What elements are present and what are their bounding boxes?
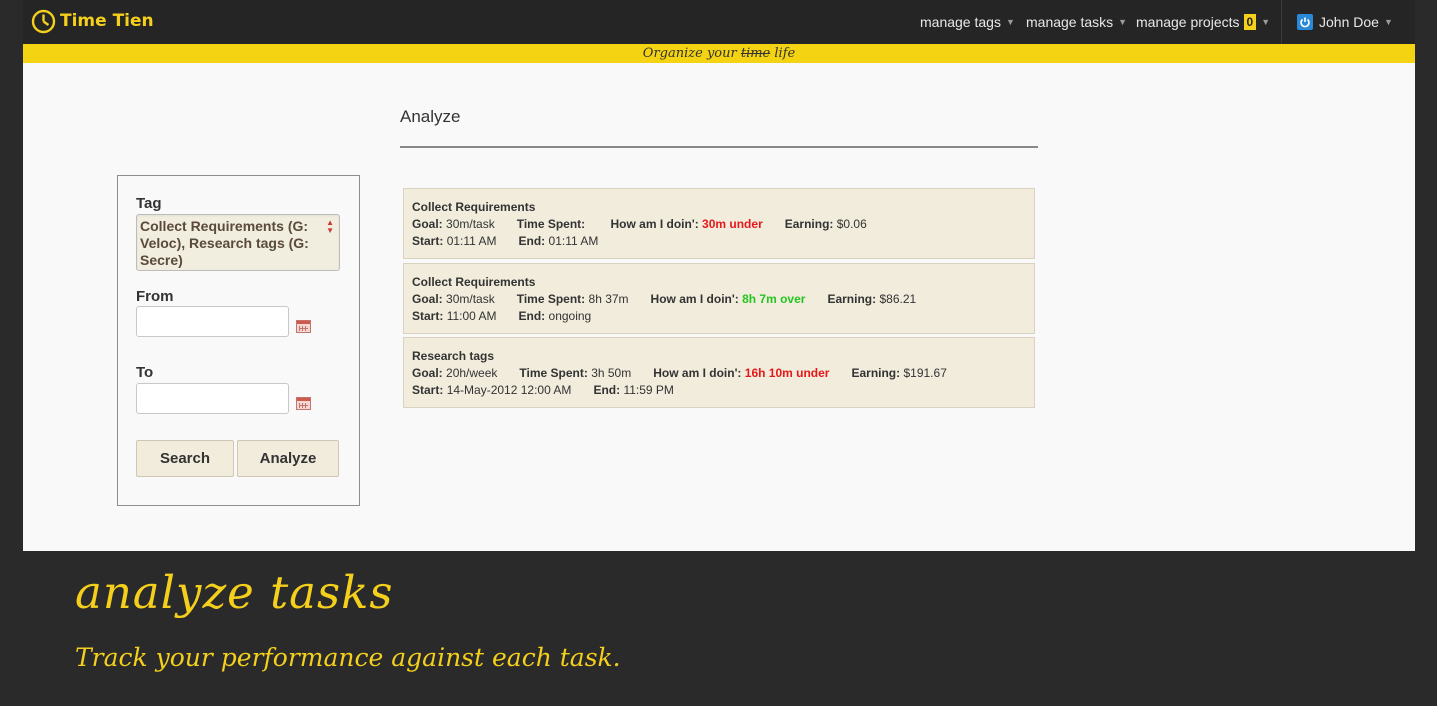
chevron-down-icon: ▼ [1261, 17, 1271, 27]
brand-name: Time Tien [60, 11, 154, 31]
nav-manage-tags-label: manage tags [920, 14, 1001, 30]
to-date-input[interactable] [136, 383, 289, 414]
select-arrows-icon: ▲ ▼ [326, 218, 334, 235]
search-button[interactable]: Search [136, 440, 234, 477]
status-value: 16h 10m under [744, 366, 830, 380]
chevron-down-icon: ▼ [1383, 17, 1393, 27]
end-label: End: [518, 309, 546, 323]
result-card: Collect Requirements Goal: 30m/task Time S… [403, 263, 1035, 334]
status-label: How am I doin': [653, 366, 742, 380]
start-label: Start: [412, 309, 444, 323]
result-metrics: Goal: 30m/task Time Spent: 8h 37m How am I… [412, 291, 1026, 308]
goal-label: Goal: [412, 292, 443, 306]
time-spent-value: 8h 37m [588, 292, 629, 306]
analyze-button[interactable]: Analyze [237, 440, 339, 477]
nav-manage-projects-label: manage projects [1136, 14, 1240, 30]
from-label: From [136, 288, 174, 305]
chevron-down-icon: ▼ [1118, 17, 1128, 27]
page-title: Analyze [400, 107, 461, 126]
goal-value: 30m/task [446, 217, 495, 231]
to-label: To [136, 364, 154, 381]
nav-divider [1281, 0, 1282, 44]
calendar-icon[interactable] [296, 320, 311, 333]
result-dates: Start: 14-May-2012 12:00 AM End: 11:59 PM [412, 382, 1026, 399]
nav-manage-tasks[interactable]: manage tasks ▼ [1026, 14, 1127, 30]
goal-value: 20h/week [446, 366, 498, 380]
tag-select-value: Collect Requirements (G: Veloc), Researc… [140, 218, 309, 268]
tagline-struck: time [740, 46, 771, 61]
analyze-form: Tag Collect Requirements (G: Veloc), Res… [117, 175, 360, 506]
clock-icon [31, 9, 56, 33]
start-label: Start: [412, 234, 444, 248]
result-card: Research tags Goal: 20h/week Time Spent: 3… [403, 337, 1035, 408]
result-title: Collect Requirements [412, 275, 536, 289]
time-spent-value: 3h 50m [591, 366, 632, 380]
tag-label: Tag [136, 195, 162, 212]
earning-value: $0.06 [836, 217, 867, 231]
top-navbar: Time Tien manage tags ▼ manage tasks ▼ m… [23, 0, 1415, 44]
result-metrics: Goal: 20h/week Time Spent: 3h 50m How am I… [412, 365, 1026, 382]
main-content: Analyze Tag Collect Requirements (G: Vel… [23, 63, 1415, 551]
from-date-input[interactable] [136, 306, 289, 337]
time-spent-label: Time Spent: [516, 292, 586, 306]
start-label: Start: [412, 383, 444, 397]
earning-label: Earning: [827, 292, 877, 306]
goal-label: Goal: [412, 366, 443, 380]
start-value: 14-May-2012 12:00 AM [446, 383, 572, 397]
end-label: End: [593, 383, 621, 397]
tagline-prefix: Organize your [642, 46, 741, 61]
earning-label: Earning: [784, 217, 834, 231]
calendar-icon[interactable] [296, 397, 311, 410]
result-dates: Start: 01:11 AM End: 01:11 AM [412, 233, 1026, 250]
promo-subheading: Track your performance against each task… [75, 643, 621, 672]
earning-value: $191.67 [903, 366, 947, 380]
result-metrics: Goal: 30m/task Time Spent: How am I doin'… [412, 216, 1026, 233]
user-menu[interactable]: John Doe ▼ [1297, 14, 1393, 30]
start-value: 11:00 AM [446, 309, 497, 323]
time-spent-label: Time Spent: [516, 217, 586, 231]
projects-count-badge: 0 [1243, 14, 1257, 30]
start-value: 01:11 AM [446, 234, 497, 248]
time-spent-label: Time Spent: [519, 366, 588, 380]
nav-manage-projects[interactable]: manage projects 0 ▼ [1136, 14, 1270, 30]
result-dates: Start: 11:00 AM End: ongoing [412, 308, 1026, 325]
title-divider [400, 146, 1038, 148]
promo-heading: analyze tasks [75, 566, 394, 619]
brand-logo[interactable]: Time Tien [31, 6, 154, 36]
result-title: Research tags [412, 349, 495, 363]
earning-label: Earning: [851, 366, 901, 380]
end-value: 01:11 AM [548, 234, 599, 248]
nav-manage-tasks-label: manage tasks [1026, 14, 1114, 30]
result-title: Collect Requirements [412, 200, 536, 214]
earning-value: $86.21 [879, 292, 917, 306]
power-icon [1297, 14, 1313, 30]
end-value: 11:59 PM [623, 383, 674, 397]
nav-manage-tags[interactable]: manage tags ▼ [920, 14, 1015, 30]
goal-label: Goal: [412, 217, 443, 231]
end-label: End: [518, 234, 546, 248]
result-card: Collect Requirements Goal: 30m/task Time S… [403, 188, 1035, 259]
tag-select[interactable]: Collect Requirements (G: Veloc), Researc… [136, 214, 340, 271]
status-label: How am I doin': [610, 217, 699, 231]
status-label: How am I doin': [650, 292, 739, 306]
tagline-suffix: life [770, 46, 796, 61]
status-value: 8h 7m over [742, 292, 806, 306]
tagline-banner: Organize your time life [23, 44, 1415, 63]
chevron-down-icon: ▼ [1005, 17, 1015, 27]
status-value: 30m under [702, 217, 763, 231]
user-name: John Doe [1319, 14, 1379, 30]
end-value: ongoing [548, 309, 592, 323]
goal-value: 30m/task [446, 292, 495, 306]
